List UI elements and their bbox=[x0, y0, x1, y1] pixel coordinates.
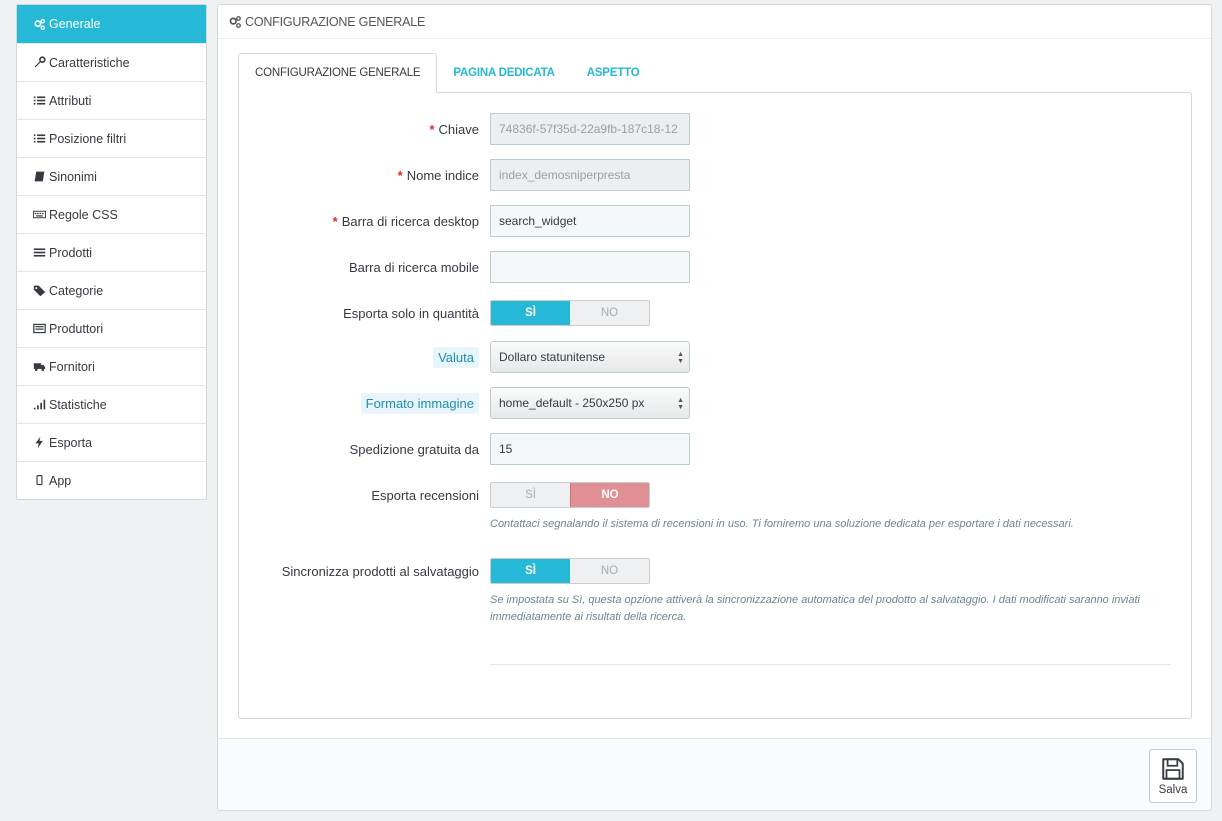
sync-products-no-option[interactable]: NO bbox=[570, 559, 649, 583]
export-reviews-switch: SÌ NO bbox=[490, 482, 650, 508]
signal-icon bbox=[32, 398, 46, 412]
sidebar-item-label: App bbox=[49, 473, 72, 488]
desktop-search-input[interactable] bbox=[490, 205, 690, 237]
sidebar: Generale Caratteristiche Attributi Posiz… bbox=[16, 4, 207, 500]
keyboard-icon bbox=[32, 208, 46, 222]
currency-label: Valuta bbox=[433, 341, 479, 373]
sidebar-item-label: Generale bbox=[49, 17, 101, 31]
sidebar-item-label: Prodotti bbox=[49, 245, 93, 260]
truck-icon bbox=[32, 360, 46, 374]
index-name-label: * Nome indice bbox=[397, 167, 479, 183]
save-button-label: Salva bbox=[1158, 784, 1188, 796]
image-format-select[interactable]: home_default - 250x250 px ▲ ▼ bbox=[490, 387, 690, 419]
required-marker: * bbox=[397, 167, 403, 183]
sidebar-item-label: Esporta bbox=[49, 435, 93, 450]
sidebar-item-sinonimi[interactable]: Sinonimi bbox=[17, 157, 206, 195]
export-reviews-help: Contattaci segnalando il sistema di rece… bbox=[490, 518, 1074, 530]
building-icon bbox=[32, 322, 46, 336]
image-format-label: Formato immagine bbox=[360, 387, 479, 419]
sidebar-item-label: Attributi bbox=[49, 93, 92, 108]
list-icon bbox=[32, 132, 46, 146]
sidebar-item-label: Regole CSS bbox=[49, 207, 118, 222]
sync-products-label: Sincronizza prodotti al salvataggio bbox=[281, 563, 479, 579]
export-reviews-yes-option[interactable]: SÌ bbox=[491, 483, 570, 507]
sidebar-item-esporta[interactable]: Esporta bbox=[17, 423, 206, 461]
sync-products-help: Se impostata su Sì, questa opzione attiv… bbox=[490, 594, 1140, 623]
currency-select[interactable]: Dollaro statunitense ▲ ▼ bbox=[490, 341, 690, 373]
sidebar-item-categorie[interactable]: Categorie bbox=[17, 271, 206, 309]
bolt-icon bbox=[32, 436, 46, 450]
form-row-index-name: * Nome indice bbox=[239, 159, 1191, 191]
required-marker: * bbox=[429, 121, 435, 137]
free-shipping-label: Spedizione gratuita da bbox=[349, 441, 479, 457]
select-arrows-icon: ▲ ▼ bbox=[677, 351, 684, 365]
mobile-search-input[interactable] bbox=[490, 251, 690, 283]
wrench-icon bbox=[32, 56, 46, 70]
required-marker: * bbox=[332, 213, 338, 229]
sidebar-item-label: Caratteristiche bbox=[49, 55, 130, 70]
sidebar-item-label: Posizione filtri bbox=[49, 131, 127, 146]
tags-icon bbox=[32, 284, 46, 298]
floppy-disk-icon bbox=[1162, 758, 1184, 780]
export-qty-no-option[interactable]: NO bbox=[570, 301, 649, 325]
tab-aspetto[interactable]: ASPETTO bbox=[571, 53, 656, 93]
sidebar-item-caratteristiche[interactable]: Caratteristiche bbox=[17, 43, 206, 81]
form-row-currency: Valuta Dollaro statunitense ▲ ▼ bbox=[239, 341, 1191, 373]
free-shipping-input[interactable] bbox=[490, 433, 690, 465]
sidebar-item-attributi[interactable]: Attributi bbox=[17, 81, 206, 119]
index-name-input[interactable] bbox=[490, 159, 690, 191]
sidebar-item-produttori[interactable]: Produttori bbox=[17, 309, 206, 347]
list-alt-icon bbox=[32, 246, 46, 260]
gears-icon bbox=[229, 15, 241, 28]
form-row-sync-products: Sincronizza prodotti al salvataggio SÌ N… bbox=[239, 555, 1191, 587]
sidebar-item-label: Fornitori bbox=[49, 359, 95, 374]
form-row-free-shipping: Spedizione gratuita da bbox=[239, 433, 1191, 465]
sidebar-item-posizione-filtri[interactable]: Posizione filtri bbox=[17, 119, 206, 157]
mobile-icon bbox=[32, 474, 46, 488]
sync-products-yes-option[interactable]: SÌ bbox=[491, 559, 570, 583]
key-input[interactable] bbox=[490, 113, 690, 145]
book-icon bbox=[32, 170, 46, 184]
sidebar-item-label: Produttori bbox=[49, 321, 104, 336]
form-row-desktop-search: * Barra di ricerca desktop bbox=[239, 205, 1191, 237]
sync-products-switch: SÌ NO bbox=[490, 558, 650, 584]
gears-icon bbox=[32, 17, 46, 31]
form-row-key: * Chiave bbox=[239, 113, 1191, 145]
desktop-search-label: * Barra di ricerca desktop bbox=[332, 213, 479, 229]
key-label: * Chiave bbox=[429, 121, 479, 137]
tab-content: *Chiave *Nome indice *Barra di ricerca d… bbox=[238, 92, 1192, 719]
form-row-image-format: Formato immagine home_default - 250x250 … bbox=[239, 387, 1191, 419]
sidebar-item-generale[interactable]: Generale bbox=[17, 5, 206, 43]
export-qty-label: Esporta solo in quantità bbox=[343, 305, 479, 321]
divider bbox=[490, 664, 1171, 665]
sidebar-item-regole-css[interactable]: Regole CSS bbox=[17, 195, 206, 233]
mobile-search-label: Barra di ricerca mobile bbox=[348, 259, 479, 275]
export-qty-switch: SÌ NO bbox=[490, 300, 650, 326]
form-row-mobile-search: Barra di ricerca mobile bbox=[239, 251, 1191, 283]
panel-footer: Salva bbox=[218, 738, 1211, 810]
main-panel: CONFIGURAZIONE GENERALE CONFIGURAZIONE G… bbox=[217, 4, 1212, 811]
sidebar-item-label: Sinonimi bbox=[49, 169, 97, 184]
tab-pagina-dedicata[interactable]: PAGINA DEDICATA bbox=[437, 53, 570, 93]
save-button[interactable]: Salva bbox=[1149, 749, 1197, 803]
sidebar-item-fornitori[interactable]: Fornitori bbox=[17, 347, 206, 385]
tab-configurazione-generale[interactable]: CONFIGURAZIONE GENERALE bbox=[238, 53, 438, 93]
export-reviews-no-option[interactable]: NO bbox=[570, 483, 649, 507]
export-reviews-label: Esporta recensioni bbox=[371, 487, 479, 503]
form-row-export-reviews: Esporta recensioni SÌ NO bbox=[239, 479, 1191, 511]
tab-bar: CONFIGURAZIONE GENERALE PAGINA DEDICATA … bbox=[238, 53, 655, 93]
sidebar-item-statistiche[interactable]: Statistiche bbox=[17, 385, 206, 423]
sidebar-item-prodotti[interactable]: Prodotti bbox=[17, 233, 206, 271]
select-arrows-icon: ▲ ▼ bbox=[677, 397, 684, 411]
panel-title: CONFIGURAZIONE GENERALE bbox=[245, 14, 426, 29]
form-row-export-qty: Esporta solo in quantità SÌ NO bbox=[239, 297, 1191, 329]
sidebar-item-label: Statistiche bbox=[49, 397, 107, 412]
sidebar-item-app[interactable]: App bbox=[17, 461, 206, 499]
list-icon bbox=[32, 94, 46, 108]
panel-heading: CONFIGURAZIONE GENERALE bbox=[218, 5, 1211, 39]
sidebar-item-label: Categorie bbox=[49, 283, 104, 298]
export-qty-yes-option[interactable]: SÌ bbox=[491, 301, 570, 325]
